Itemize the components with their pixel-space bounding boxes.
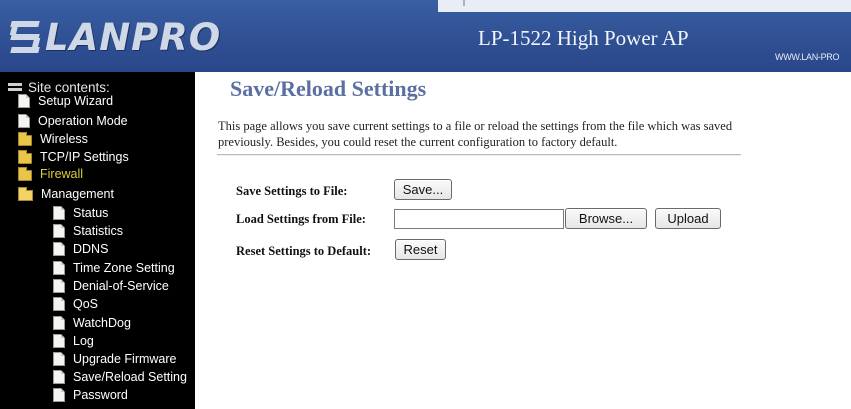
header-banner: LANPRO LP-1522 High Power AP WWW.LAN-PRO <box>0 0 851 72</box>
page-icon <box>53 316 65 330</box>
sidebar-item-label: DDNS <box>73 242 109 256</box>
page-icon <box>53 334 65 348</box>
page-icon <box>53 224 65 238</box>
folder-icon <box>18 166 32 181</box>
sidebar-item-label: Wireless <box>40 132 88 146</box>
website-text: WWW.LAN-PRO <box>775 52 840 62</box>
sidebar-item-qos[interactable]: QoS <box>53 295 98 313</box>
reset-button[interactable]: Reset <box>395 239 446 260</box>
logo-s-icon <box>9 18 41 56</box>
page-icon <box>53 242 65 256</box>
page-icon <box>53 297 65 311</box>
page-description: This page allows you save current settin… <box>218 119 733 149</box>
sidebar-item-label: Status <box>73 206 109 220</box>
sidebar-item-label: QoS <box>73 297 99 311</box>
sidebar-item-label: Setup Wizard <box>38 94 114 108</box>
sidebar-item-status[interactable]: Status <box>53 204 108 222</box>
page-icon <box>53 206 65 220</box>
page-icon <box>53 370 65 384</box>
sidebar-tree: Site contents: Setup Wizard Operation Mo… <box>0 72 195 409</box>
file-path-input[interactable] <box>394 209 564 229</box>
folder-icon <box>18 149 32 164</box>
browse-button[interactable]: Browse... <box>565 208 647 229</box>
page-icon <box>53 352 65 366</box>
sidebar-item-label: Password <box>73 388 128 402</box>
sidebar-item-time-zone[interactable]: Time Zone Setting <box>53 259 175 277</box>
sidebar-item-label: Log <box>73 334 94 348</box>
header-tab-strip <box>438 0 851 12</box>
brand-name: LANPRO <box>45 15 222 59</box>
page-title: Save/Reload Settings <box>230 76 427 101</box>
page-icon <box>18 94 30 108</box>
reset-settings-label: Reset Settings to Default: <box>236 244 372 258</box>
sidebar-item-tcpip-settings[interactable]: TCP/IP Settings <box>18 148 129 166</box>
sidebar-item-label: Statistics <box>73 224 124 238</box>
page-icon <box>18 114 30 128</box>
brand-logo: LANPRO <box>9 12 221 62</box>
divider <box>217 154 741 156</box>
sidebar-item-wireless[interactable]: Wireless <box>18 130 88 148</box>
model-name: LP-1522 High Power AP <box>478 26 689 50</box>
sidebar-item-label: Upgrade Firmware <box>73 352 177 366</box>
sidebar-item-save-reload[interactable]: Save/Reload Setting <box>53 368 187 386</box>
header-notch <box>463 0 465 6</box>
sidebar-item-management[interactable]: Management <box>18 185 114 203</box>
sidebar-item-label: Save/Reload Setting <box>73 370 187 384</box>
page-icon <box>53 279 65 293</box>
sidebar-item-denial-of-service[interactable]: Denial-of-Service <box>53 277 169 295</box>
upload-button[interactable]: Upload <box>655 208 721 229</box>
sidebar-item-log[interactable]: Log <box>53 332 94 350</box>
folder-icon <box>18 131 32 146</box>
sidebar-item-ddns[interactable]: DDNS <box>53 240 108 258</box>
sidebar-item-label: Time Zone Setting <box>73 261 175 275</box>
page-icon <box>53 261 65 275</box>
load-settings-label: Load Settings from File: <box>236 212 366 226</box>
sidebar-item-label: Operation Mode <box>38 114 128 128</box>
sidebar-item-label: TCP/IP Settings <box>40 150 129 164</box>
save-button[interactable]: Save... <box>394 179 452 200</box>
sidebar-item-label: Denial-of-Service <box>73 279 169 293</box>
sidebar-item-operation-mode[interactable]: Operation Mode <box>18 112 128 130</box>
sidebar-item-statistics[interactable]: Statistics <box>53 222 123 240</box>
sidebar-item-label: WatchDog <box>73 316 131 330</box>
sidebar-item-label: Management <box>41 187 114 201</box>
sidebar-item-watchdog[interactable]: WatchDog <box>53 314 131 332</box>
sidebar-item-firewall[interactable]: Firewall <box>18 165 83 183</box>
sidebar-item-label: Firewall <box>40 167 84 181</box>
sidebar-item-setup-wizard[interactable]: Setup Wizard <box>18 92 113 110</box>
sidebar-item-password[interactable]: Password <box>53 386 128 404</box>
sidebar-item-upgrade-firmware[interactable]: Upgrade Firmware <box>53 350 177 368</box>
page-icon <box>53 388 65 402</box>
main-content: Save/Reload Settings This page allows yo… <box>195 72 851 409</box>
save-settings-label: Save Settings to File: <box>236 184 348 198</box>
folder-open-icon <box>18 186 33 201</box>
